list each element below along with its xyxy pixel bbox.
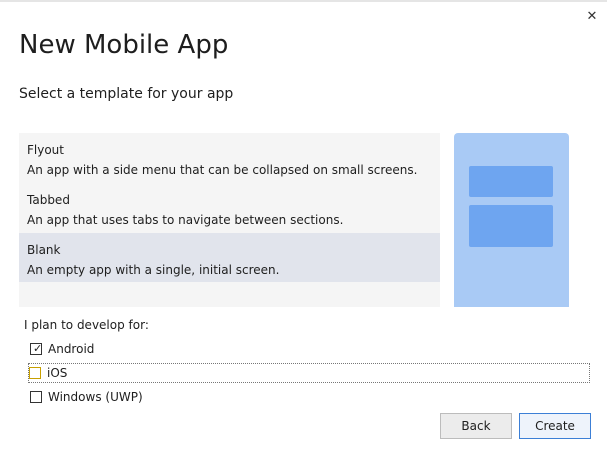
- android-checkbox[interactable]: ✓: [30, 343, 42, 355]
- preview-block: [469, 205, 553, 247]
- back-button[interactable]: Back: [440, 413, 512, 439]
- template-name: Tabbed: [27, 193, 70, 207]
- page-subtitle: Select a template for your app: [19, 86, 234, 102]
- template-name: Blank: [27, 243, 61, 257]
- close-icon[interactable]: ✕: [584, 9, 600, 25]
- windows-checkbox[interactable]: [30, 391, 42, 403]
- template-preview: [454, 133, 569, 307]
- windows-label: Windows (UWP): [48, 390, 143, 404]
- ios-checkbox[interactable]: [29, 367, 41, 379]
- checkmark-icon: ✓: [33, 342, 43, 355]
- template-description: An app that uses tabs to navigate betwee…: [27, 213, 344, 227]
- page-title: New Mobile App: [19, 30, 229, 60]
- top-border: [0, 0, 607, 2]
- platform-label: I plan to develop for:: [24, 318, 149, 332]
- template-item-tabbed[interactable]: Tabbed An app that uses tabs to navigate…: [19, 183, 440, 231]
- ios-checkbox-row[interactable]: iOS: [28, 363, 590, 383]
- template-item-blank[interactable]: Blank An empty app with a single, initia…: [19, 233, 440, 282]
- windows-checkbox-row[interactable]: Windows (UWP): [30, 388, 143, 406]
- template-description: An app with a side menu that can be coll…: [27, 163, 418, 177]
- create-button[interactable]: Create: [519, 413, 591, 439]
- template-item-flyout[interactable]: Flyout An app with a side menu that can …: [19, 133, 440, 181]
- ios-label: iOS: [47, 366, 68, 380]
- android-label: Android: [48, 342, 95, 356]
- template-list: Flyout An app with a side menu that can …: [19, 133, 440, 307]
- template-description: An empty app with a single, initial scre…: [27, 263, 280, 277]
- android-checkbox-row[interactable]: ✓ Android: [30, 340, 94, 358]
- template-name: Flyout: [27, 143, 64, 157]
- preview-block: [469, 166, 553, 197]
